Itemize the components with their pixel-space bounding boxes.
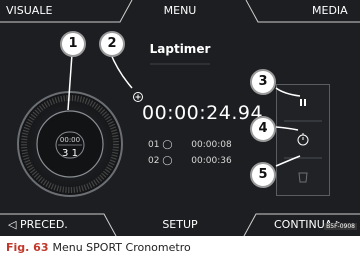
callout-4: 4 (250, 116, 276, 142)
chevron-left-icon: ◁ (8, 218, 17, 231)
callout-3: 3 (250, 69, 276, 95)
prev-button[interactable]: ◁ PRECED. (8, 214, 68, 236)
callout-leaders (67, 51, 301, 167)
callout-1: 1 (60, 31, 86, 57)
setup-button[interactable]: SETUP (148, 214, 212, 236)
callout-5: 5 (250, 162, 276, 188)
figure-caption: Fig. 63 Menu SPORT Cronometro (6, 241, 191, 254)
sport-screen: VISUALE MENU MEDIA Laptimer 00:00 3 1 00… (0, 0, 360, 236)
image-code: B5F-0908 (324, 223, 357, 230)
callout-2: 2 (99, 31, 125, 57)
